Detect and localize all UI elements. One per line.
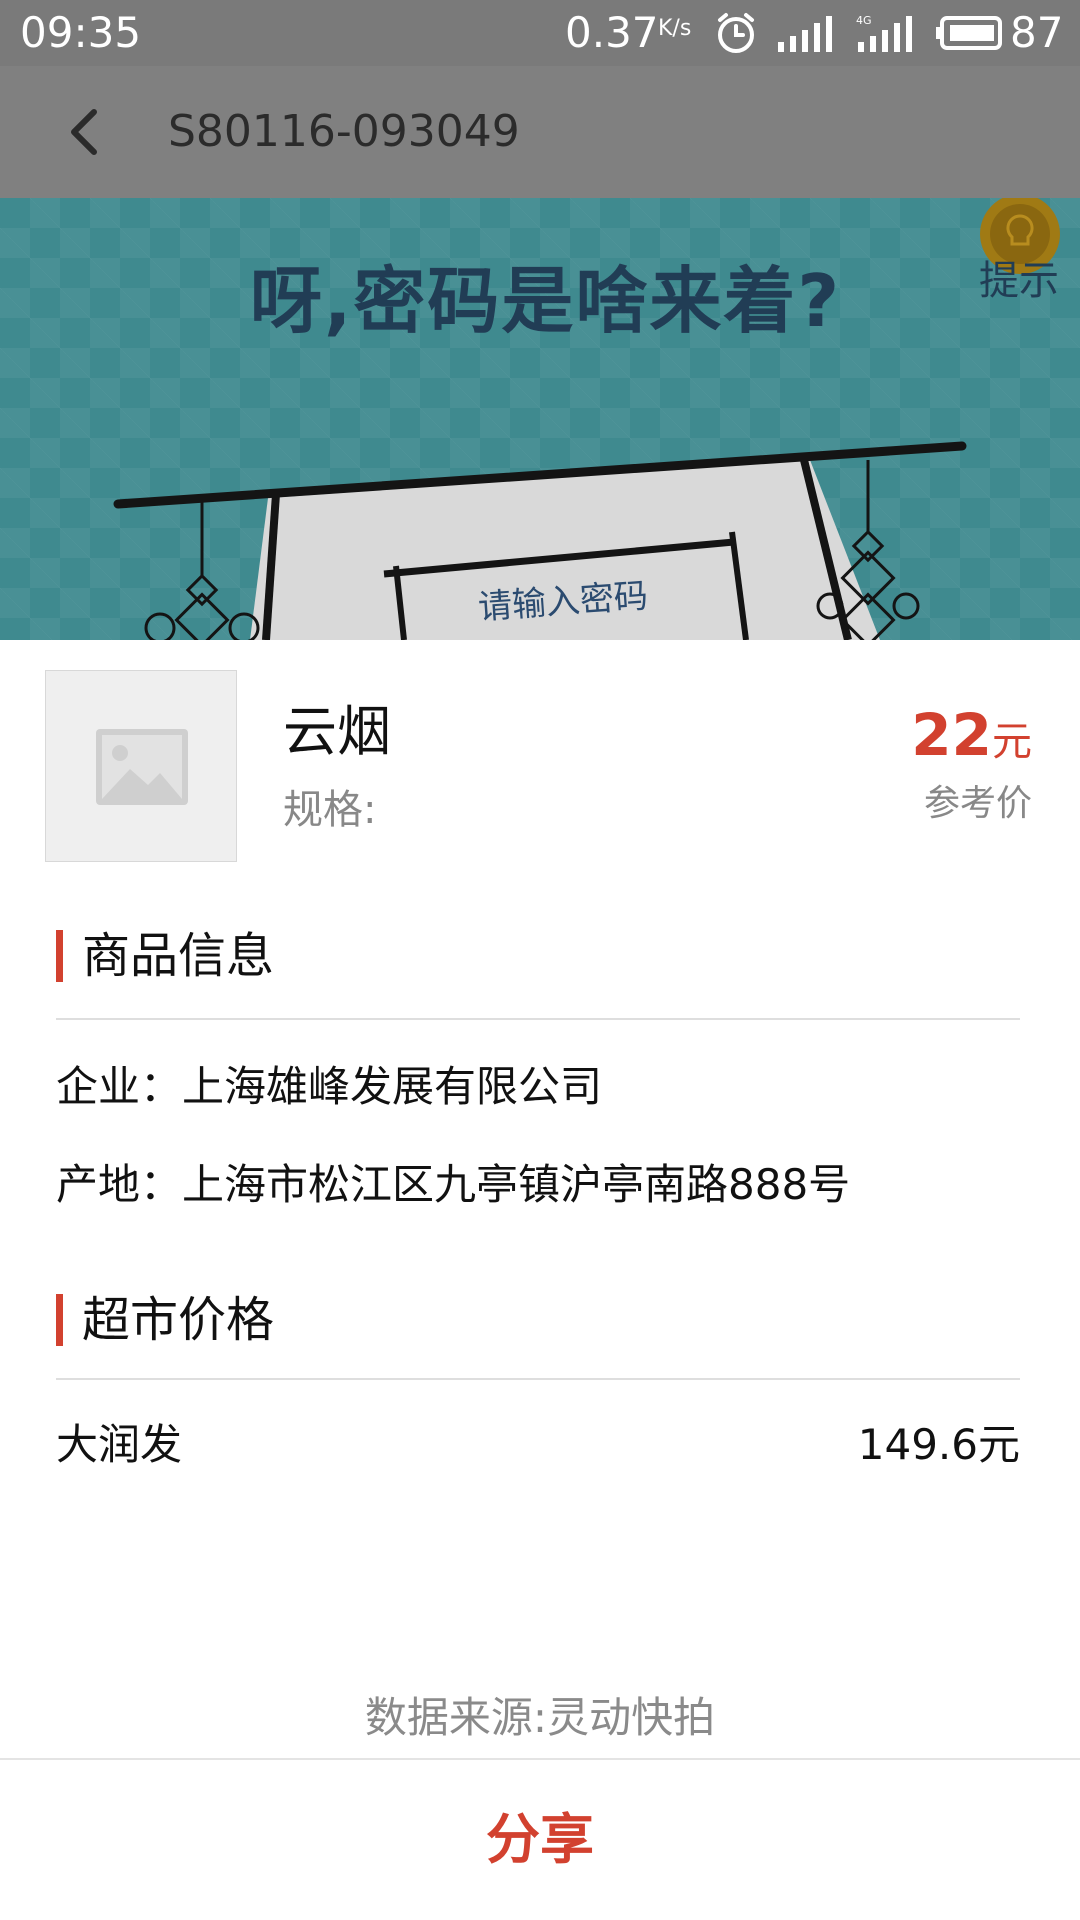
section-title: 商品信息 xyxy=(82,928,275,984)
page-title: S80116-093049 xyxy=(168,106,520,157)
image-placeholder-icon xyxy=(96,729,188,805)
chevron-left-icon[interactable] xyxy=(58,104,114,160)
status-net-speed: 0.37 xyxy=(565,8,659,57)
status-time: 09:35 xyxy=(20,8,142,57)
svg-text:4G: 4G xyxy=(856,14,872,27)
banner-question: 呀,密码是啥来着? xyxy=(250,259,842,343)
status-bar: 09:35 0.37 K/s 4G 87 xyxy=(0,0,1080,66)
password-game-banner[interactable]: 呀,密码是啥来着? 请输入密码 提示 xyxy=(0,198,1080,640)
alarm-icon xyxy=(718,13,754,53)
list-item: 大润发 149.6元 xyxy=(56,1418,1020,1472)
product-image xyxy=(45,670,237,862)
info-row-company: 企业：上海雄峰发展有限公司 xyxy=(56,1062,603,1111)
store-name: 大润发 xyxy=(56,1420,183,1469)
reference-price: 22元 xyxy=(911,704,1032,781)
product-name: 云烟 xyxy=(283,700,391,763)
status-battery-level: 87 xyxy=(1010,8,1064,57)
hint-label: 提示 xyxy=(979,258,1059,304)
battery-icon xyxy=(936,16,1002,50)
data-source-note: 数据来源:灵动快拍 xyxy=(364,1693,716,1742)
title-bar: S80116-093049 xyxy=(0,66,1080,198)
price-unit: 元 xyxy=(992,719,1032,765)
divider xyxy=(56,1378,1020,1380)
product-spec-label: 规格: xyxy=(283,787,377,833)
status-net-speed-unit: K/s xyxy=(658,16,692,41)
signal-4g-icon: 4G xyxy=(856,14,912,52)
section-header-product-info: 商品信息 xyxy=(56,928,1020,984)
section-header-market-prices: 超市价格 xyxy=(56,1292,1020,1348)
section-marker xyxy=(56,930,63,982)
section-title: 超市价格 xyxy=(82,1292,275,1348)
hint-button[interactable]: 提示 xyxy=(960,198,1078,318)
signal-icon xyxy=(778,16,832,52)
price-caption: 参考价 xyxy=(923,783,1032,824)
price-value: 22 xyxy=(911,701,992,769)
store-price: 149.6元 xyxy=(857,1420,1020,1469)
section-marker xyxy=(56,1294,63,1346)
divider xyxy=(56,1018,1020,1020)
info-row-origin: 产地：上海市松江区九亭镇沪亭南路888号 xyxy=(56,1160,851,1209)
share-button[interactable]: 分享 xyxy=(0,1760,1080,1920)
